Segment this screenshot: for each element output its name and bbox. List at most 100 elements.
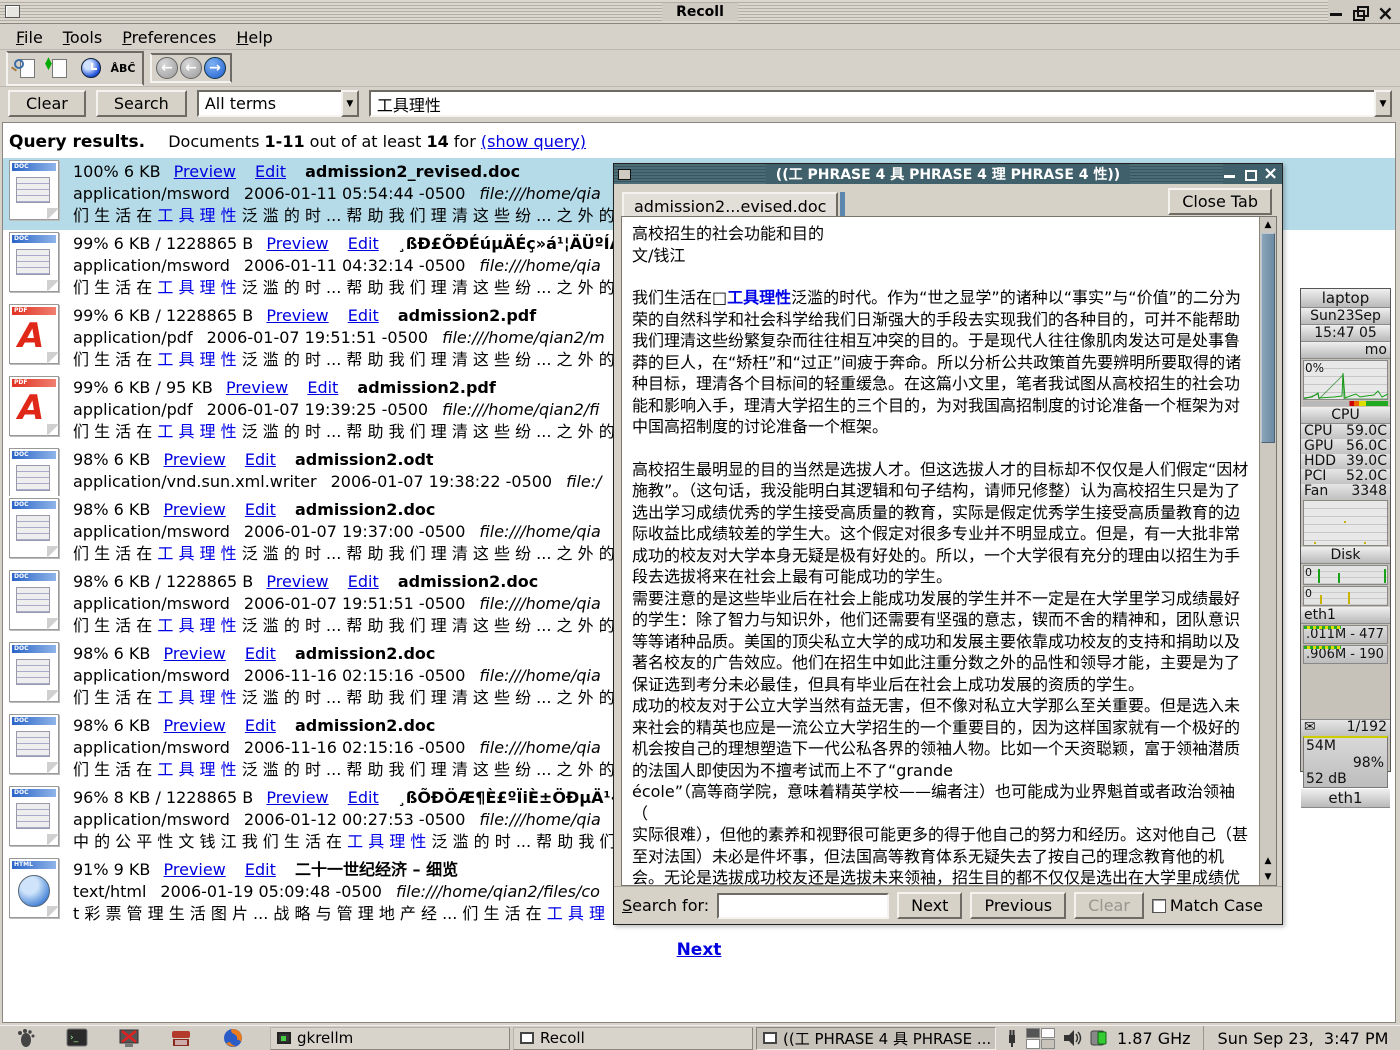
- sort-document-icon[interactable]: ▲▼: [44, 55, 74, 82]
- search-mode-select[interactable]: All terms ▼: [197, 90, 359, 117]
- result-details: text/html2006-01-19 05:09:48 -0500file:/…: [73, 881, 605, 903]
- file-type-icon: DOC: [9, 570, 59, 630]
- window-menu-icon[interactable]: [5, 5, 20, 18]
- document-search-icon[interactable]: [12, 55, 42, 82]
- preview-tab[interactable]: admission2...evised.doc: [622, 192, 838, 218]
- taskbar-task[interactable]: Recoll: [513, 1027, 753, 1050]
- net-tx-meter: .906M - 190: [1303, 645, 1388, 664]
- edit-link[interactable]: Edit: [348, 788, 379, 807]
- nav-first-icon[interactable]: ←: [156, 57, 178, 79]
- close-icon[interactable]: [1263, 168, 1276, 180]
- menu-tools[interactable]: Tools: [55, 27, 110, 48]
- cpu-chart[interactable]: 0%: [1303, 360, 1388, 400]
- minimize-icon[interactable]: [1328, 5, 1344, 19]
- mail-row: ✉1/192: [1301, 720, 1390, 735]
- preview-link[interactable]: Preview: [163, 500, 225, 519]
- clear-button[interactable]: Clear: [8, 90, 86, 117]
- fan-chart[interactable]: [1303, 500, 1388, 546]
- edit-link[interactable]: Edit: [245, 716, 276, 735]
- find-input[interactable]: [717, 893, 889, 919]
- cpu-frequency-icon[interactable]: [1089, 1027, 1111, 1049]
- result-details: application/msword2006-11-16 02:15:16 -0…: [73, 737, 615, 759]
- edit-link[interactable]: Edit: [348, 234, 379, 253]
- close-tab-button[interactable]: Close Tab: [1168, 188, 1272, 215]
- find-previous-button[interactable]: Previous: [970, 892, 1066, 919]
- gk-time: 15:47 05: [1301, 325, 1390, 342]
- menu-help[interactable]: Help: [228, 27, 280, 48]
- edit-link[interactable]: Edit: [307, 378, 338, 397]
- preview-link[interactable]: Preview: [266, 572, 328, 591]
- maximize-icon[interactable]: [1352, 5, 1368, 19]
- chevron-down-icon[interactable]: ▼: [1374, 90, 1392, 117]
- preview-paragraph: 高校招生最明显的目的当然是选拔人才。但这选拔人才的目标却不仅仅是人们假定“因材施…: [632, 459, 1255, 588]
- taskbar-task[interactable]: gkrellm: [270, 1027, 510, 1050]
- scroll-down-icon[interactable]: ▼: [1260, 869, 1276, 885]
- volume-value: 52 dB: [1306, 771, 1347, 787]
- close-icon[interactable]: [1376, 5, 1392, 19]
- preview-link[interactable]: Preview: [266, 788, 328, 807]
- edit-link[interactable]: Edit: [348, 572, 379, 591]
- preview-link[interactable]: Preview: [163, 450, 225, 469]
- gkrellm-monitor[interactable]: laptop Sun23Sep 15:47 05 mo 0% CPU CPU59…: [1300, 288, 1391, 772]
- preview-window[interactable]: ((工 PHRASE 4 具 PHRASE 4 理 PHRASE 4 性)) a…: [613, 163, 1283, 925]
- scrollbar[interactable]: ▲ ▲ ▼: [1259, 217, 1276, 885]
- window-menu-icon[interactable]: [618, 169, 631, 180]
- recoll-titlebar[interactable]: Recoll: [0, 0, 1400, 24]
- firefox-icon[interactable]: [222, 1027, 244, 1049]
- menu-preferences[interactable]: Preferences: [114, 27, 224, 48]
- menu-file[interactable]: File: [8, 27, 51, 48]
- power-plug-icon[interactable]: [1004, 1027, 1020, 1049]
- preview-link[interactable]: Preview: [266, 234, 328, 253]
- edit-link[interactable]: Edit: [255, 162, 286, 181]
- match-case-option[interactable]: Match Case: [1152, 896, 1263, 915]
- scrollbar-thumb[interactable]: [1261, 233, 1275, 443]
- preview-text-area[interactable]: 高校招生的社会功能和目的文/钱江我们生活在□工具理性泛滥的时代。作为“世之显学”…: [621, 216, 1277, 886]
- result-snippet: 们 生 活 在 工 具 理 性 泛 滥 的 时 ... 帮 助 我 们 理 清 …: [73, 759, 615, 781]
- gnome-menu-icon[interactable]: [14, 1027, 36, 1049]
- taskbar: ›_ gkrellmRecoll((工 PHRASE 4 具 PH: [0, 1025, 1400, 1050]
- maximize-icon[interactable]: [1243, 168, 1256, 180]
- edit-link[interactable]: Edit: [245, 860, 276, 879]
- query-input[interactable]: 工具理性 ▼: [369, 90, 1392, 117]
- preview-link[interactable]: Preview: [226, 378, 288, 397]
- minimize-icon[interactable]: [1223, 168, 1236, 180]
- preview-link[interactable]: Preview: [163, 860, 225, 879]
- typewriter-app-icon[interactable]: [170, 1027, 192, 1049]
- taskbar-task[interactable]: ((工 PHRASE 4 具 PHRASE ...: [756, 1027, 996, 1050]
- result-title: admission2.doc: [295, 500, 435, 519]
- terminal-icon[interactable]: ›_: [66, 1027, 88, 1049]
- next-page-link[interactable]: Next: [3, 940, 1395, 960]
- edit-link[interactable]: Edit: [245, 450, 276, 469]
- disk-write-chart[interactable]: 0: [1303, 586, 1388, 606]
- history-clock-icon[interactable]: [76, 55, 106, 82]
- search-button[interactable]: Search: [96, 90, 187, 117]
- nav-back-icon[interactable]: ←: [180, 57, 202, 79]
- mail-icon: ✉: [1304, 720, 1316, 735]
- volume-speaker-icon[interactable]: [1061, 1027, 1083, 1049]
- nav-forward-icon[interactable]: →: [204, 57, 226, 79]
- charge-value: 98%: [1353, 755, 1384, 771]
- edit-link[interactable]: Edit: [245, 500, 276, 519]
- edit-link[interactable]: Edit: [348, 306, 379, 325]
- disk-read-chart[interactable]: 0: [1303, 565, 1388, 585]
- spell-term-icon[interactable]: ÅBĈ: [108, 55, 138, 82]
- scroll-up-icon[interactable]: ▲: [1260, 217, 1276, 233]
- result-relevance-size: 98% 6 KB / 1228865 B: [73, 572, 253, 591]
- preview-titlebar[interactable]: ((工 PHRASE 4 具 PHRASE 4 理 PHRASE 4 性)): [614, 164, 1282, 184]
- taskbar-clock[interactable]: Sun Sep 23, 3:47 PM: [1203, 1026, 1400, 1050]
- workspace-switcher[interactable]: [1026, 1028, 1055, 1049]
- edit-link[interactable]: Edit: [245, 644, 276, 663]
- preview-link[interactable]: Preview: [266, 306, 328, 325]
- preview-link[interactable]: Preview: [163, 644, 225, 663]
- scroll-up-icon[interactable]: ▲: [1260, 853, 1276, 869]
- find-next-button[interactable]: Next: [897, 892, 962, 919]
- match-case-checkbox[interactable]: [1152, 899, 1166, 913]
- preview-link[interactable]: Preview: [163, 716, 225, 735]
- result-details: application/msword2006-01-11 04:32:14 -0…: [73, 255, 631, 277]
- chevron-down-icon[interactable]: ▼: [341, 90, 359, 117]
- preview-link[interactable]: Preview: [174, 162, 236, 181]
- svg-text:›_: ›_: [70, 1033, 79, 1043]
- show-query-link[interactable]: (show query): [481, 132, 586, 151]
- lock-screen-icon[interactable]: [118, 1027, 140, 1049]
- find-clear-button[interactable]: Clear: [1074, 892, 1144, 919]
